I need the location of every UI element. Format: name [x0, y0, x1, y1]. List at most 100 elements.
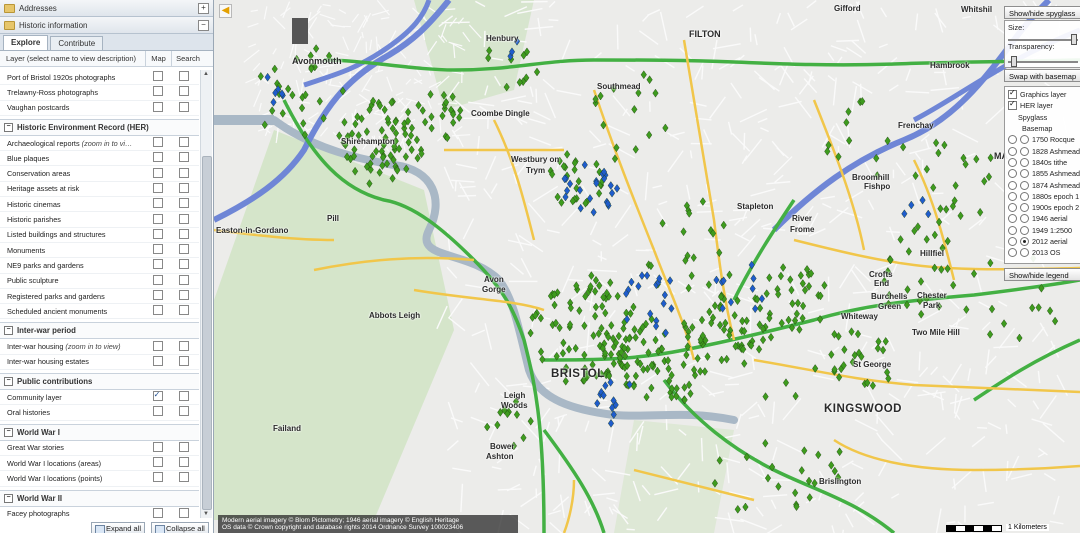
map-checkbox[interactable] [152, 472, 163, 483]
historic-map-option[interactable]: 1880s epoch 1 [1008, 191, 1080, 202]
overlay-toggle[interactable]: HER layer [1008, 100, 1080, 111]
spyglass-radio[interactable] [1008, 191, 1017, 201]
layer-label[interactable]: Community layer [0, 393, 145, 402]
basemap-radio[interactable] [1020, 135, 1029, 145]
map-checkbox[interactable] [152, 406, 163, 417]
spyglass-radio[interactable] [1008, 203, 1017, 213]
collapse-all-button[interactable]: Collapse all [151, 522, 209, 533]
layer-label[interactable]: Conservation areas [0, 169, 145, 178]
search-checkbox[interactable] [179, 274, 190, 285]
historic-map-option[interactable]: 1840s tithe [1008, 157, 1080, 168]
map-checkbox[interactable] [152, 228, 163, 239]
layer-name[interactable]: Heritage assets at risk [7, 184, 79, 193]
map-checkbox[interactable] [152, 259, 163, 270]
layer-name[interactable]: Trelawny-Ross photographs [7, 88, 98, 97]
tab-explore[interactable]: Explore [3, 35, 49, 50]
group-header[interactable]: − Public contributions [0, 373, 199, 391]
layer-row[interactable]: Inter-war housing (zoom in to view) [0, 339, 199, 355]
search-checkbox[interactable] [179, 152, 190, 163]
spyglass-radio[interactable] [1008, 214, 1017, 224]
search-checkbox[interactable] [179, 71, 190, 82]
expand-all-button[interactable]: Expand all [91, 522, 146, 533]
layer-name[interactable]: Oral histories [7, 408, 50, 417]
search-checkbox[interactable] [179, 259, 190, 270]
layer-name[interactable]: Historic parishes [7, 215, 61, 224]
overlay-checkbox[interactable] [1008, 89, 1017, 100]
layer-row[interactable]: NE9 parks and gardens [0, 258, 199, 274]
search-checkbox[interactable] [179, 441, 190, 452]
collapse-icon[interactable]: − [198, 20, 209, 31]
layer-label[interactable]: Oral histories [0, 408, 145, 417]
layer-label[interactable]: Listed buildings and structures [0, 230, 145, 239]
map-checkbox[interactable] [152, 167, 163, 178]
group-header[interactable]: − Inter-war period [0, 322, 199, 340]
map-checkbox[interactable] [152, 137, 163, 148]
swap-with-basemap-button[interactable]: Swap with basemap [1004, 69, 1080, 82]
map-checkbox[interactable] [152, 244, 163, 255]
layer-row[interactable]: Scheduled ancient monuments [0, 304, 199, 320]
layer-name[interactable]: Inter-war housing estates [7, 357, 89, 366]
layer-name[interactable]: Conservation areas [7, 169, 70, 178]
layer-name[interactable]: NE9 parks and gardens [7, 261, 84, 270]
scroll-up-icon[interactable]: ▲ [203, 71, 209, 77]
spyglass-radio[interactable] [1008, 135, 1017, 145]
layer-row[interactable]: Port of Bristol 1920s photographs [0, 70, 199, 86]
layer-label[interactable]: Public sculpture [0, 276, 145, 285]
historic-map-option[interactable]: 1949 1:2500 [1008, 225, 1080, 236]
layer-row[interactable]: Vaughan postcards [0, 101, 199, 116]
search-checkbox[interactable] [179, 86, 190, 97]
spyglass-radio[interactable] [1008, 225, 1017, 235]
spyglass-radio[interactable] [1008, 237, 1017, 246]
layer-row[interactable]: Historic parishes [0, 212, 199, 228]
search-checkbox[interactable] [179, 457, 190, 468]
historic-map-option[interactable]: 1855 Ashmead [1008, 168, 1080, 179]
historic-map-option[interactable]: 1750 Rocque [1008, 134, 1080, 145]
group-collapse-icon[interactable]: − [4, 122, 13, 132]
layer-label[interactable]: Great War stories [0, 443, 145, 452]
layer-row[interactable]: Conservation areas [0, 166, 199, 182]
layer-label[interactable]: Monuments [0, 246, 145, 255]
layer-label[interactable]: World War I locations (points) [0, 474, 145, 483]
map-view[interactable]: Avonmouth Henbury FILTON Gifford Whitshi… [214, 0, 1080, 533]
map-checkbox[interactable] [152, 274, 163, 285]
basemap-radio[interactable] [1020, 146, 1029, 156]
layer-name[interactable]: Registered parks and gardens [7, 292, 105, 301]
map-checkbox[interactable] [152, 340, 163, 351]
legend-toggle-button[interactable]: Show/hide legend [1004, 268, 1080, 281]
layer-row[interactable]: World War I locations (areas) [0, 456, 199, 472]
map-checkbox[interactable] [152, 152, 163, 163]
spyglass-toggle-button[interactable]: Show/hide spyglass [1004, 6, 1080, 19]
layer-name[interactable]: Historic cinemas [7, 200, 61, 209]
layer-name[interactable]: Blue plaques [7, 154, 49, 163]
scroll-down-icon[interactable]: ▼ [203, 511, 209, 517]
historic-map-option[interactable]: 1946 aerial [1008, 213, 1080, 224]
search-checkbox[interactable] [179, 340, 190, 351]
basemap-radio[interactable] [1020, 203, 1029, 213]
expand-icon[interactable]: + [198, 3, 209, 14]
basemap-radio[interactable] [1020, 157, 1029, 167]
map-checkbox[interactable] [152, 390, 163, 402]
map-checkbox[interactable] [152, 182, 163, 193]
collapse-panel-arrow-icon[interactable]: ◀ [219, 4, 232, 18]
search-checkbox[interactable] [179, 228, 190, 239]
search-checkbox[interactable] [179, 355, 190, 366]
layer-row[interactable]: World War I locations (points) [0, 471, 199, 487]
group-collapse-icon[interactable]: − [4, 326, 13, 336]
basemap-radio[interactable] [1020, 248, 1029, 258]
tab-contribute[interactable]: Contribute [50, 36, 104, 50]
historic-map-option[interactable]: 1828 Ashmead [1008, 145, 1080, 156]
layer-name[interactable]: Community layer [7, 393, 62, 402]
layer-label[interactable]: Trelawny-Ross photographs [0, 88, 145, 97]
transparency-slider-handle[interactable] [1011, 56, 1018, 67]
basemap-radio[interactable] [1020, 180, 1029, 190]
basemap-radio[interactable] [1020, 225, 1029, 235]
historic-map-option[interactable]: 2012 aerial [1008, 236, 1080, 247]
layer-row[interactable]: Listed buildings and structures [0, 228, 199, 243]
overlay-toggle[interactable]: Graphics layer [1008, 89, 1080, 100]
layer-row[interactable]: Archaeological reports (zoom in to vi… [0, 136, 199, 152]
search-checkbox[interactable] [179, 198, 190, 209]
map-checkbox[interactable] [152, 101, 163, 112]
layer-row[interactable]: Inter-war housing estates [0, 355, 199, 371]
layer-name[interactable]: Public sculpture [7, 276, 59, 285]
layer-label[interactable]: Heritage assets at risk [0, 184, 145, 193]
